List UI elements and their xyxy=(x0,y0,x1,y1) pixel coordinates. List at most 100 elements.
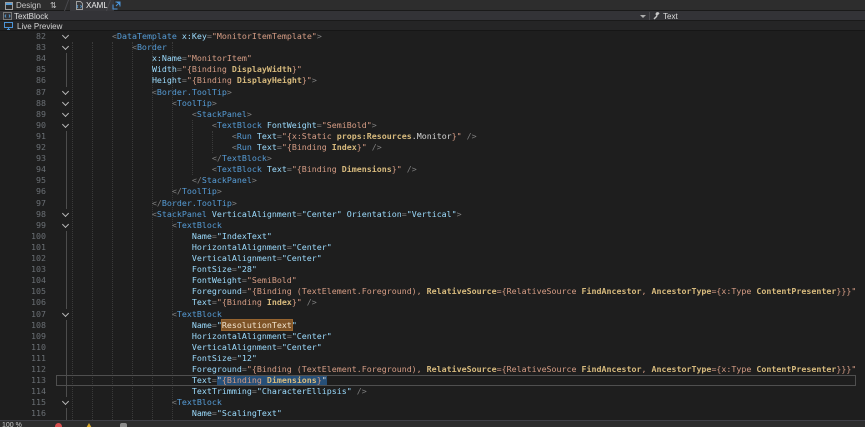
code-line[interactable]: 111 FontSize="12" xyxy=(0,353,865,364)
code-line-text[interactable]: <ToolTip> xyxy=(72,98,217,109)
code-line-text[interactable]: Name="ResolutionText" xyxy=(72,320,297,331)
code-line[interactable]: 89 <StackPanel> xyxy=(0,109,865,120)
code-line[interactable]: 83 <Border xyxy=(0,42,865,53)
line-number[interactable]: 84 xyxy=(0,53,46,64)
line-number[interactable]: 85 xyxy=(0,64,46,75)
collapse-chevron-icon[interactable] xyxy=(60,220,72,231)
code-line-text[interactable]: x:Name="MonitorItem" xyxy=(72,53,252,64)
tab-live-preview[interactable]: Live Preview xyxy=(4,21,62,31)
code-line-text[interactable]: Name="IndexText" xyxy=(72,231,272,242)
code-line-text[interactable]: VerticalAlignment="Center" xyxy=(72,253,322,264)
collapse-chevron-icon[interactable] xyxy=(60,98,72,109)
line-number[interactable]: 106 xyxy=(0,297,46,308)
code-line[interactable]: 93 </TextBlock> xyxy=(0,153,865,164)
line-number[interactable]: 112 xyxy=(0,364,46,375)
line-number[interactable]: 100 xyxy=(0,231,46,242)
code-line-text[interactable]: <TextBlock xyxy=(72,220,222,231)
code-line-text[interactable]: <TextBlock Text="{Binding Dimensions}" /… xyxy=(72,164,417,175)
code-line-text[interactable]: </ToolTip> xyxy=(72,186,222,197)
code-line[interactable]: 88 <ToolTip> xyxy=(0,98,865,109)
line-number[interactable]: 99 xyxy=(0,220,46,231)
code-line[interactable]: 96 </ToolTip> xyxy=(0,186,865,197)
line-number[interactable]: 87 xyxy=(0,87,46,98)
code-line-text[interactable]: Text="{Binding Dimensions}" xyxy=(72,375,327,386)
code-line-text[interactable]: FontSize="28" xyxy=(72,264,257,275)
code-line-text[interactable]: <Run Text="{x:Static props:Resources.Mon… xyxy=(72,131,477,142)
code-line[interactable]: 85 Width="{Binding DisplayWidth}" xyxy=(0,64,865,75)
line-number[interactable]: 103 xyxy=(0,264,46,275)
code-line-text[interactable]: Foreground="{Binding (TextElement.Foregr… xyxy=(72,286,856,297)
member-dropdown[interactable]: Text xyxy=(663,11,678,21)
code-line[interactable]: 114 TextTrimming="CharacterEllipsis" /> xyxy=(0,386,865,397)
code-line-text[interactable]: Width="{Binding DisplayWidth}" xyxy=(72,64,302,75)
line-number[interactable]: 97 xyxy=(0,198,46,209)
line-number[interactable]: 102 xyxy=(0,253,46,264)
code-line[interactable]: 103 FontSize="28" xyxy=(0,264,865,275)
collapse-chevron-icon[interactable] xyxy=(60,87,72,98)
tab-design[interactable]: Design xyxy=(5,0,41,11)
xaml-code-editor[interactable]: 82 <DataTemplate x:Key="MonitorItemTempl… xyxy=(0,31,865,420)
code-line-text[interactable]: FontSize="12" xyxy=(72,353,257,364)
code-line-text[interactable]: <Border xyxy=(72,42,167,53)
code-line-text[interactable]: Text="{Binding Index}" /> xyxy=(72,297,317,308)
chevron-down-icon[interactable] xyxy=(640,15,646,18)
code-line-text[interactable]: Height="{Binding DisplayHeight}"> xyxy=(72,75,317,86)
code-line-text[interactable]: TextTrimming="CharacterEllipsis" /> xyxy=(72,386,367,397)
warning-icon[interactable] xyxy=(85,423,93,427)
code-line[interactable]: 99 <TextBlock xyxy=(0,220,865,231)
line-number[interactable]: 104 xyxy=(0,275,46,286)
code-line[interactable]: 107 <TextBlock xyxy=(0,309,865,320)
code-line[interactable]: 90 <TextBlock FontWeight="SemiBold"> xyxy=(0,120,865,131)
element-dropdown[interactable]: TextBlock xyxy=(14,11,48,21)
line-number[interactable]: 82 xyxy=(0,31,46,42)
code-line-text[interactable]: <StackPanel VerticalAlignment="Center" O… xyxy=(72,209,462,220)
line-number[interactable]: 101 xyxy=(0,242,46,253)
code-line[interactable]: 105 Foreground="{Binding (TextElement.Fo… xyxy=(0,286,865,297)
collapse-chevron-icon[interactable] xyxy=(60,109,72,120)
code-line-text[interactable]: <StackPanel> xyxy=(72,109,252,120)
line-number[interactable]: 96 xyxy=(0,186,46,197)
line-number[interactable]: 83 xyxy=(0,42,46,53)
line-number[interactable]: 91 xyxy=(0,131,46,142)
line-number[interactable]: 95 xyxy=(0,175,46,186)
code-line-text[interactable]: <TextBlock xyxy=(72,309,222,320)
code-line-text[interactable]: </StackPanel> xyxy=(72,175,257,186)
line-number[interactable]: 93 xyxy=(0,153,46,164)
line-number[interactable]: 108 xyxy=(0,320,46,331)
error-icon[interactable] xyxy=(55,423,62,427)
code-line[interactable]: 101 HorizontalAlignment="Center" xyxy=(0,242,865,253)
code-line-text[interactable]: HorizontalAlignment="Center" xyxy=(72,331,332,342)
collapse-chevron-icon[interactable] xyxy=(60,120,72,131)
code-line[interactable]: 98 <StackPanel VerticalAlignment="Center… xyxy=(0,209,865,220)
line-number[interactable]: 116 xyxy=(0,408,46,419)
code-line[interactable]: 95 </StackPanel> xyxy=(0,175,865,186)
code-line-text[interactable]: <TextBlock xyxy=(72,397,222,408)
line-number[interactable]: 88 xyxy=(0,98,46,109)
code-line[interactable]: 104 FontWeight="SemiBold" xyxy=(0,275,865,286)
line-number[interactable]: 92 xyxy=(0,142,46,153)
code-line[interactable]: 100 Name="IndexText" xyxy=(0,231,865,242)
message-icon[interactable] xyxy=(120,423,127,427)
code-line[interactable]: 84 x:Name="MonitorItem" xyxy=(0,53,865,64)
line-number[interactable]: 105 xyxy=(0,286,46,297)
code-line-text[interactable]: <DataTemplate x:Key="MonitorItemTemplate… xyxy=(72,31,322,42)
code-line[interactable]: 91 <Run Text="{x:Static props:Resources.… xyxy=(0,131,865,142)
line-number[interactable]: 115 xyxy=(0,397,46,408)
collapse-chevron-icon[interactable] xyxy=(60,42,72,53)
code-line[interactable]: 92 <Run Text="{Binding Index}" /> xyxy=(0,142,865,153)
code-line-text[interactable]: HorizontalAlignment="Center" xyxy=(72,242,332,253)
line-number[interactable]: 114 xyxy=(0,386,46,397)
line-number[interactable]: 109 xyxy=(0,331,46,342)
line-number[interactable]: 98 xyxy=(0,209,46,220)
code-line[interactable]: 86 Height="{Binding DisplayHeight}"> xyxy=(0,75,865,86)
code-line-text[interactable]: </TextBlock> xyxy=(72,153,272,164)
code-line[interactable]: 110 VerticalAlignment="Center" xyxy=(0,342,865,353)
code-line-text[interactable]: <Border.ToolTip> xyxy=(72,87,232,98)
code-line[interactable]: 94 <TextBlock Text="{Binding Dimensions}… xyxy=(0,164,865,175)
line-number[interactable]: 90 xyxy=(0,120,46,131)
line-number[interactable]: 94 xyxy=(0,164,46,175)
collapse-chevron-icon[interactable] xyxy=(60,397,72,408)
code-line[interactable]: 106 Text="{Binding Index}" /> xyxy=(0,297,865,308)
collapse-chevron-icon[interactable] xyxy=(60,309,72,320)
code-line[interactable]: 82 <DataTemplate x:Key="MonitorItemTempl… xyxy=(0,31,865,42)
